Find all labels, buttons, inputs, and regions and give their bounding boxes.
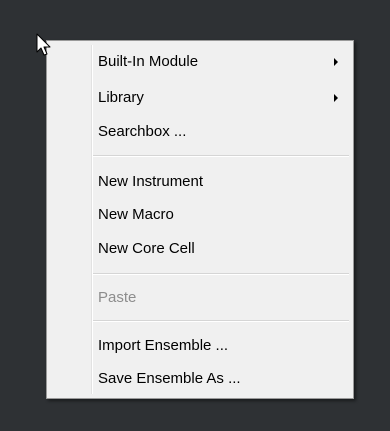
- arrow-cursor-icon: [36, 33, 51, 56]
- submenu-arrow-icon: [334, 58, 338, 66]
- menu-item-paste[interactable]: Paste: [50, 283, 350, 313]
- menu-item-import-ensemble[interactable]: Import Ensemble ...: [50, 331, 350, 361]
- menu-item-label: New Core Cell: [98, 240, 195, 257]
- menu-separator: [93, 273, 349, 275]
- context-menu: Built-In Module Library Searchbox ... Ne…: [46, 40, 354, 399]
- menu-item-searchbox[interactable]: Searchbox ...: [50, 117, 350, 147]
- menu-item-label: Paste: [98, 289, 137, 306]
- menu-item-label: Searchbox ...: [98, 123, 187, 140]
- submenu-arrow-icon: [334, 94, 338, 102]
- menu-item-library[interactable]: Library: [50, 83, 350, 113]
- menu-item-label: New Macro: [98, 206, 174, 223]
- menu-item-label: New Instrument: [98, 173, 204, 190]
- menu-item-new-instrument[interactable]: New Instrument: [50, 167, 350, 197]
- menu-item-save-ensemble-as[interactable]: Save Ensemble As ...: [50, 364, 350, 394]
- menu-item-label: Save Ensemble As ...: [98, 370, 241, 387]
- menu-item-label: Import Ensemble ...: [98, 337, 229, 354]
- menu-item-label: Built-In Module: [98, 53, 199, 70]
- menu-item-built-in-module[interactable]: Built-In Module: [50, 47, 350, 77]
- menu-separator: [93, 320, 349, 322]
- menu-item-new-macro[interactable]: New Macro: [50, 200, 350, 230]
- menu-item-label: Library: [98, 89, 144, 106]
- menu-item-new-core-cell[interactable]: New Core Cell: [50, 234, 350, 264]
- menu-separator: [93, 155, 349, 157]
